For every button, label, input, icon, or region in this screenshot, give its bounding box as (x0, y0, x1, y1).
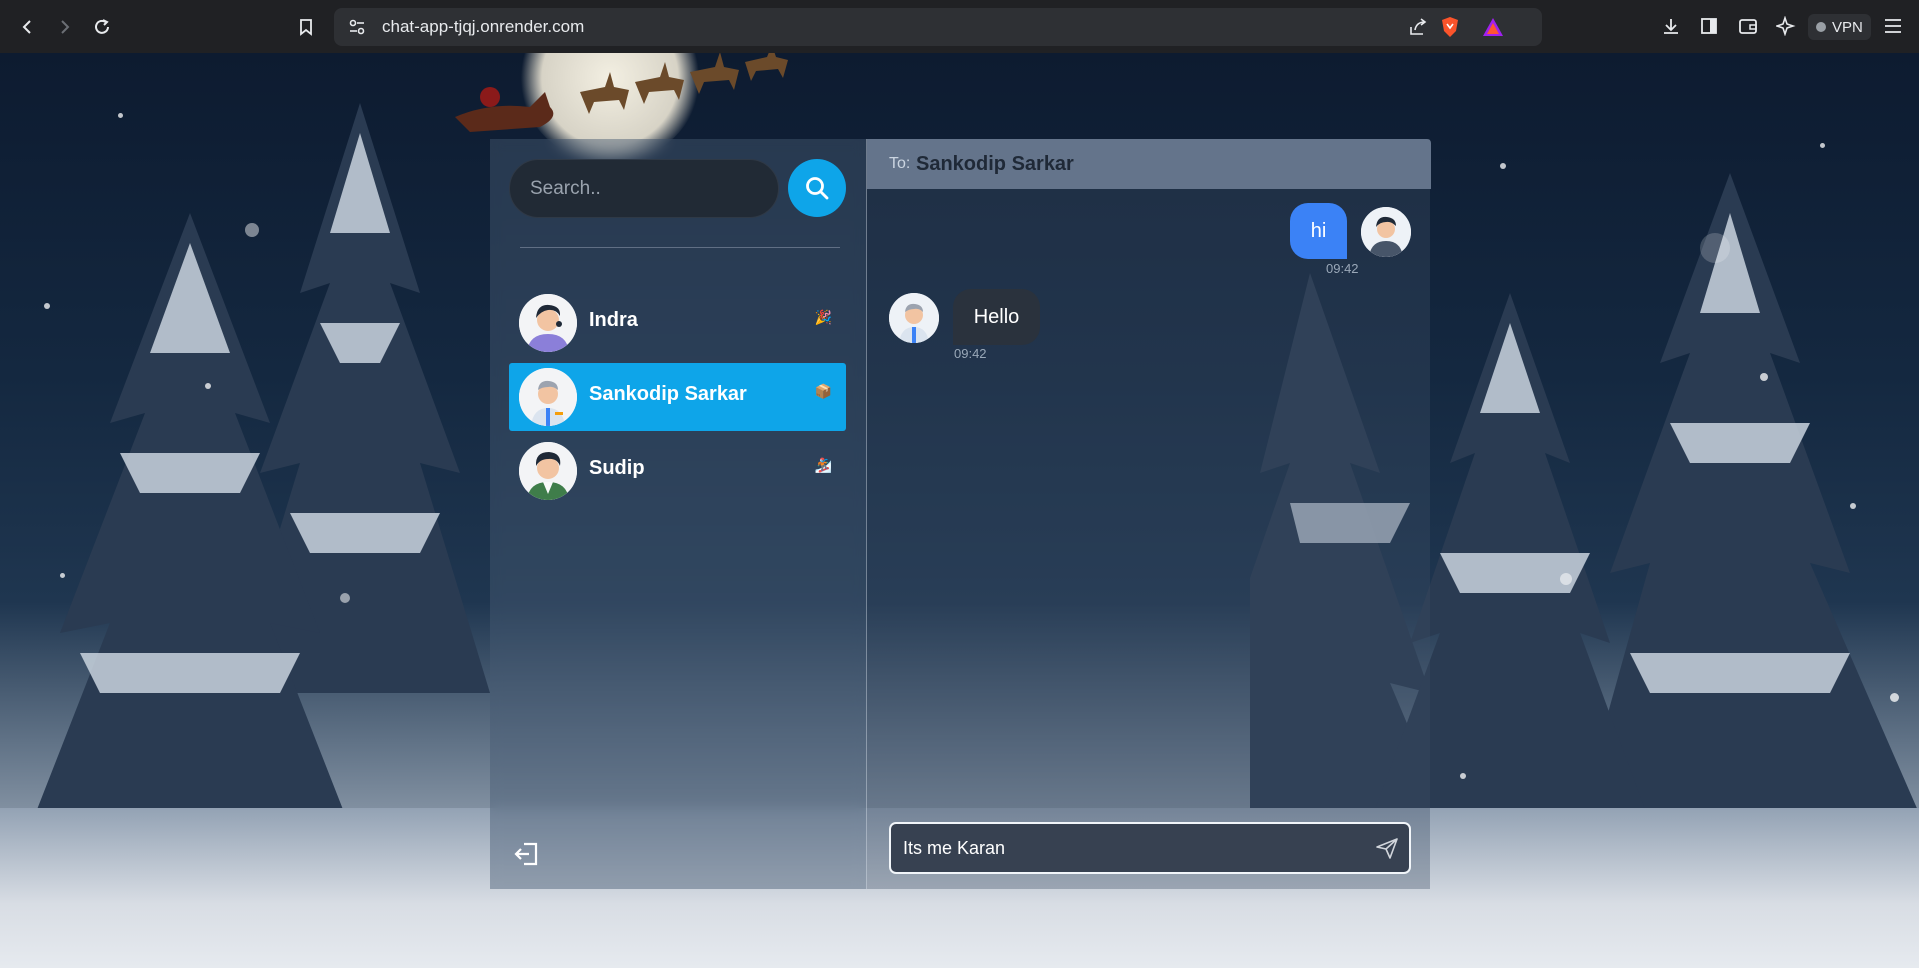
recipient-name: Sankodip Sarkar (916, 153, 1074, 175)
snowflake (1850, 503, 1856, 509)
site-info-icon[interactable] (348, 18, 366, 41)
send-icon (1376, 838, 1398, 859)
snowflake (1460, 773, 1466, 779)
contact-status-icon: 🎉 (814, 309, 832, 325)
message-time: 09:42 (1326, 261, 1359, 276)
contact-status-icon: 📦 (814, 383, 832, 399)
back-button[interactable] (14, 13, 42, 41)
browser-toolbar: chat-app-tjqj.onrender.com VPN (0, 0, 1919, 53)
avatar (519, 294, 577, 352)
contact-name: Sudip (589, 457, 645, 479)
message-text: Hello (973, 305, 1020, 328)
search-field[interactable] (509, 159, 779, 218)
vpn-label: VPN (1832, 18, 1863, 36)
logout-button[interactable] (512, 839, 542, 869)
snowflake (1700, 233, 1730, 263)
avatar (1361, 207, 1411, 257)
chat-header: To: Sankodip Sarkar (867, 139, 1431, 189)
snowflake (1500, 163, 1506, 169)
chat-panel: To: Sankodip Sarkar hi 09:42 Hello 09:42 (866, 139, 1431, 889)
contact-name: Indra (589, 309, 638, 331)
contact-name: Sankodip Sarkar (589, 383, 747, 405)
avatar (889, 293, 939, 343)
avatar (519, 368, 577, 426)
to-label: To: (889, 155, 911, 172)
snowflake (1820, 143, 1825, 148)
avatar (519, 442, 577, 500)
pine-trees-left (20, 103, 490, 853)
bookmark-button[interactable] (292, 13, 320, 41)
forward-button[interactable] (50, 13, 78, 41)
leo-ai-icon[interactable] (1774, 15, 1796, 41)
menu-icon[interactable] (1883, 17, 1903, 40)
brave-shields-icon[interactable] (1440, 16, 1460, 43)
snowflake (1760, 373, 1768, 381)
address-bar[interactable]: chat-app-tjqj.onrender.com (334, 8, 1542, 46)
contact-item-sankodip-sarkar[interactable]: Sankodip Sarkar 📦 (509, 363, 846, 431)
bookmark-icon (300, 19, 312, 36)
chat-app: Indra 🎉 Sankodip Sarkar 📦 Sudip 🏂 To: Sa… (490, 139, 1431, 889)
snowflake (1560, 573, 1572, 585)
search-icon (806, 177, 829, 200)
search-button[interactable] (788, 159, 846, 217)
snowflake (340, 593, 350, 603)
wallet-icon[interactable] (1738, 17, 1758, 40)
sidebar-divider (520, 247, 840, 248)
contacts-sidebar: Indra 🎉 Sankodip Sarkar 📦 Sudip 🏂 (490, 139, 866, 889)
message-time: 09:42 (954, 346, 987, 361)
contact-item-sudip[interactable]: Sudip 🏂 (509, 437, 846, 505)
send-button[interactable] (1375, 836, 1399, 860)
message-composer[interactable] (889, 822, 1411, 874)
brave-rewards-icon[interactable] (1482, 17, 1504, 42)
vpn-button[interactable]: VPN (1808, 14, 1871, 40)
reload-icon (95, 19, 109, 34)
message-bubble-received: Hello (953, 289, 1040, 345)
search-input[interactable] (510, 160, 778, 217)
snowflake (245, 223, 259, 237)
snowflake (60, 573, 65, 578)
snowflake (1890, 693, 1899, 702)
message-input[interactable] (903, 824, 1363, 872)
reload-button[interactable] (88, 13, 116, 41)
contact-item-indra[interactable]: Indra 🎉 (509, 289, 846, 357)
download-icon[interactable] (1662, 17, 1680, 40)
snowflake (44, 303, 50, 309)
share-icon[interactable] (1408, 17, 1428, 42)
logout-icon (514, 842, 538, 866)
chevron-right-icon (61, 20, 70, 34)
snowflake (118, 113, 123, 118)
url-text[interactable]: chat-app-tjqj.onrender.com (382, 17, 584, 37)
message-text: hi (1310, 219, 1327, 242)
chevron-left-icon (22, 20, 31, 34)
snowflake (205, 383, 211, 389)
contact-status-icon: 🏂 (814, 457, 832, 473)
message-bubble-sent: hi (1290, 203, 1347, 259)
santa-sleigh-silhouette (455, 53, 788, 132)
sidebar-toggle-icon[interactable] (1700, 17, 1718, 40)
vpn-status-icon (1816, 22, 1826, 32)
